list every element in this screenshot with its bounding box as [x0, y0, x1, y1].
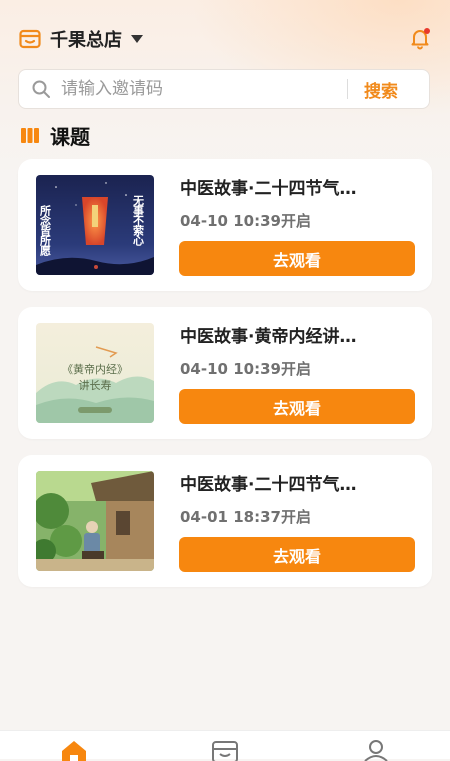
course-thumbnail: 所念皆所愿 无事不萦心	[36, 175, 154, 275]
invite-code-search-bar: 搜索	[18, 69, 430, 109]
watch-button[interactable]: 去观看	[179, 241, 415, 276]
course-start-time: 04-10 10:39开启	[180, 212, 311, 230]
bottom-tab-bar	[0, 730, 450, 761]
section-header: 课题	[20, 122, 90, 149]
course-card[interactable]: 中医故事·二十四节气… 04-01 18:37开启 去观看	[18, 455, 432, 587]
caret-down-icon	[131, 35, 143, 43]
thumbnail-text: 无事不萦心	[132, 195, 146, 247]
thumbnail-text: 所念皆所愿	[39, 204, 53, 257]
store-switcher[interactable]: 千果总店	[18, 26, 144, 52]
watch-button[interactable]: 去观看	[179, 389, 415, 424]
course-title: 中医故事·二十四节气…	[180, 475, 357, 495]
thumbnail-text: 《黄帝内经》	[62, 362, 128, 376]
top-header: 千果总店	[18, 26, 432, 52]
invite-code-input[interactable]	[61, 74, 341, 104]
books-icon	[21, 128, 39, 143]
search-icon	[32, 80, 50, 98]
search-button[interactable]: 搜索	[364, 77, 398, 102]
section-title: 课题	[50, 124, 90, 149]
course-card[interactable]: 《黄帝内经》 讲长寿 中医故事·黄帝内经讲… 04-10 10:39开启 去观看	[18, 307, 432, 439]
notification-dot	[424, 28, 430, 34]
course-title: 中医故事·二十四节气…	[180, 179, 357, 199]
course-title: 中医故事·黄帝内经讲…	[180, 327, 357, 347]
thumbnail-text: 讲长寿	[79, 378, 112, 392]
course-thumbnail	[36, 471, 154, 571]
notification-button[interactable]	[408, 26, 432, 50]
course-card[interactable]: 所念皆所愿 无事不萦心 中医故事·二十四节气… 04-10 10:39开启 去观…	[18, 159, 432, 291]
store-icon	[19, 29, 41, 49]
course-start-time: 04-01 18:37开启	[180, 508, 311, 526]
watch-button[interactable]: 去观看	[179, 537, 415, 572]
store-name: 千果总店	[50, 30, 122, 51]
bell-icon	[411, 28, 430, 50]
course-start-time: 04-10 10:39开启	[180, 360, 311, 378]
search-divider	[347, 79, 348, 99]
course-thumbnail: 《黄帝内经》 讲长寿	[36, 323, 154, 423]
